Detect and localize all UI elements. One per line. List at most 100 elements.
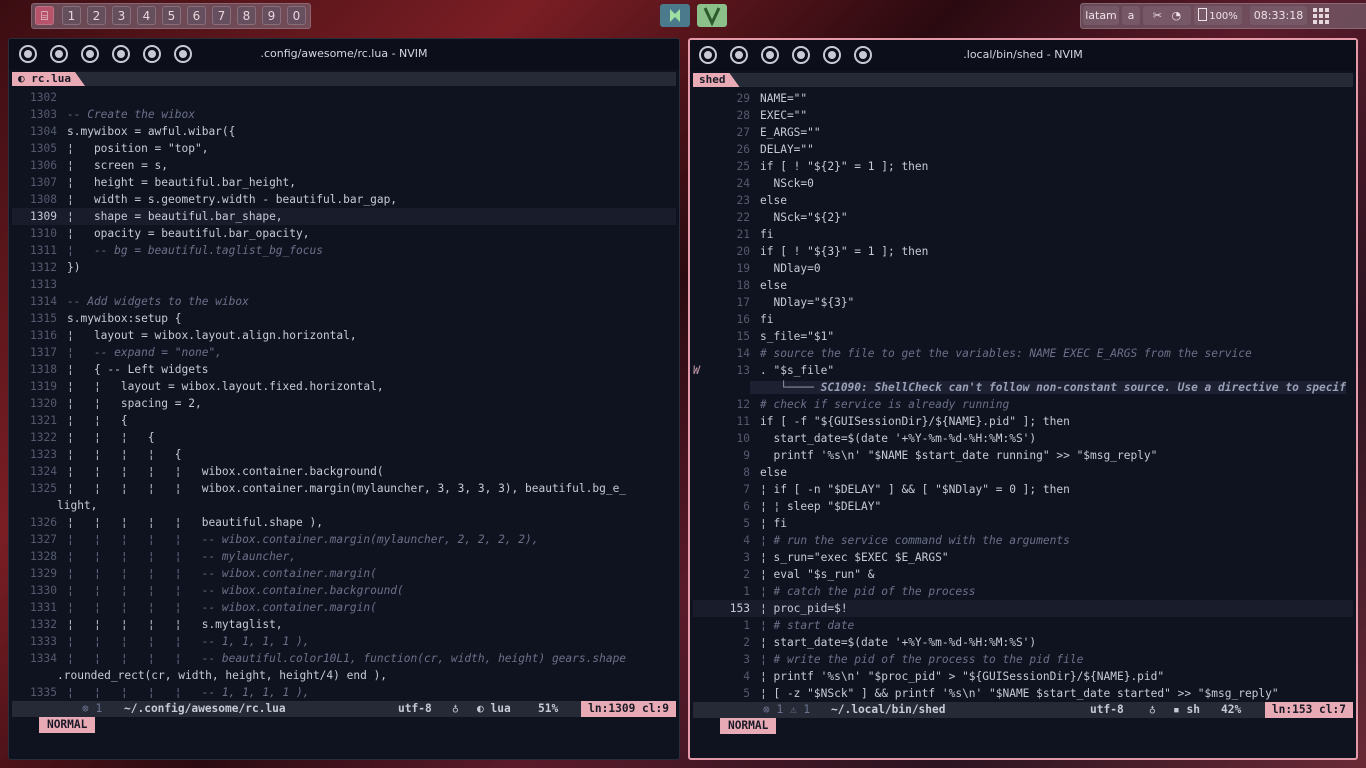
code-line[interactable]: 20 if [ ! "${3}" = 1 ]; then: [693, 243, 1353, 260]
editor-text-area[interactable]: 1302 1303 -- Create the wibox 1304 s.mywibox…: [12, 89, 676, 699]
tag-8[interactable]: 8: [237, 6, 256, 25]
code-line[interactable]: 1333 ¦ ¦ ¦ ¦ ¦ -- 1, 1, 1, 1 ),: [12, 633, 676, 650]
editor-text-area[interactable]: 29 NAME="" 28 EXEC="" 27 E_ARGS="" 26 DELAY="" 2…: [693, 90, 1353, 700]
code-line[interactable]: 3 ¦ s_run="exec $EXEC $E_ARGS": [693, 549, 1353, 566]
code-line[interactable]: 1328 ¦ ¦ ¦ ¦ ¦ -- mylauncher,: [12, 548, 676, 565]
nvim-app-icon[interactable]: [660, 4, 690, 27]
code-line[interactable]: 153 ¦ proc_pid=$!: [693, 600, 1353, 617]
code-line[interactable]: 1321 ¦ ¦ {: [12, 412, 676, 429]
code-line[interactable]: 1322 ¦ ¦ ¦ {: [12, 429, 676, 446]
code-line[interactable]: 1315 s.mywibox:setup {: [12, 310, 676, 327]
code-line[interactable]: 1308 ¦ width = s.geometry.width - beautif…: [12, 191, 676, 208]
code-line[interactable]: 15 s_file="$1": [693, 328, 1353, 345]
code-line[interactable]: 26 DELAY="": [693, 141, 1353, 158]
code-line[interactable]: 21 fi: [693, 226, 1353, 243]
code-line[interactable]: 1323 ¦ ¦ ¦ ¦ {: [12, 446, 676, 463]
code-line[interactable]: 7 ¦ if [ -n "$DELAY" ] && [ "$NDlay" = 0 …: [693, 481, 1353, 498]
code-line[interactable]: 1331 ¦ ¦ ¦ ¦ ¦ -- wibox.container.margin(: [12, 599, 676, 616]
code-line[interactable]: 1306 ¦ screen = s,: [12, 157, 676, 174]
code-line[interactable]: 1309 ¦ shape = beautiful.bar_shape,: [12, 208, 676, 225]
code-line[interactable]: 1305 ¦ position = "top",: [12, 140, 676, 157]
left-titlebar[interactable]: .config/awesome/rc.lua - NVIM: [9, 39, 679, 70]
code-line[interactable]: 4 ¦ # run the service command with the ar…: [693, 532, 1353, 549]
tag-3[interactable]: 3: [112, 6, 131, 25]
code-line[interactable]: 1311 ¦ -- bg = beautiful.taglist_bg_focus: [12, 242, 676, 259]
code-line[interactable]: 16 fi: [693, 311, 1353, 328]
code-line[interactable]: 11 if [ -f "${GUISessionDir}/${NAME}.pid"…: [693, 413, 1353, 430]
code-line[interactable]: 1316 ¦ layout = wibox.layout.align.horizo…: [12, 327, 676, 344]
code-line[interactable]: 24 NSck=0: [693, 175, 1353, 192]
code-line[interactable]: 1327 ¦ ¦ ¦ ¦ ¦ -- wibox.container.margin(…: [12, 531, 676, 548]
tag-7[interactable]: 7: [212, 6, 231, 25]
code-line[interactable]: 28 EXEC="": [693, 107, 1353, 124]
left-nvim-window[interactable]: .config/awesome/rc.lua - NVIM ◐ rc.lua 1…: [8, 38, 680, 760]
code-line[interactable]: 8 else: [693, 464, 1353, 481]
tag-6[interactable]: 6: [187, 6, 206, 25]
code-line[interactable]: 1314 -- Add widgets to the wibox: [12, 293, 676, 310]
keyboard-layout[interactable]: latam: [1083, 6, 1119, 25]
code-line[interactable]: 1324 ¦ ¦ ¦ ¦ ¦ wibox.container.background…: [12, 463, 676, 480]
code-line[interactable]: 2 ¦ start_date=$(date '+%Y-%m-%d-%H:%M:%S…: [693, 634, 1353, 651]
buffer-tab[interactable]: ◐ rc.lua: [12, 72, 85, 86]
code-line[interactable]: 4 ¦ printf '%s\n' "$proc_pid" > "${GUISes…: [693, 668, 1353, 685]
code-line[interactable]: 1 ¦ # catch the pid of the process: [693, 583, 1353, 600]
code-line[interactable]: 27 E_ARGS="": [693, 124, 1353, 141]
code-line[interactable]: └──── SC1090: ShellCheck can't follow no…: [693, 379, 1353, 396]
code-line[interactable]: 1325 ¦ ¦ ¦ ¦ ¦ wibox.container.margin(myl…: [12, 480, 676, 497]
code-line[interactable]: 1317 ¦ -- expand = "none",: [12, 344, 676, 361]
right-titlebar[interactable]: .local/bin/shed - NVIM: [690, 40, 1356, 71]
wifi-icon[interactable]: ◔: [1172, 9, 1182, 22]
layout-grid-icon[interactable]: [1310, 6, 1332, 25]
code-line[interactable]: 1303 -- Create the wibox: [12, 106, 676, 123]
code-line[interactable]: 1329 ¦ ¦ ¦ ¦ ¦ -- wibox.container.margin(: [12, 565, 676, 582]
code-line[interactable]: 12 # check if service is already running: [693, 396, 1353, 413]
code-line[interactable]: 19 NDlay=0: [693, 260, 1353, 277]
code-line[interactable]: 22 NSck="${2}": [693, 209, 1353, 226]
right-nvim-window[interactable]: .local/bin/shed - NVIM shed 29 NAME="" 28 E…: [688, 38, 1358, 760]
vim-app-icon[interactable]: [697, 4, 727, 27]
code-line[interactable]: 3 ¦ # write the pid of the process to the…: [693, 651, 1353, 668]
code-line[interactable]: 17 NDlay="${3}": [693, 294, 1353, 311]
code-line[interactable]: 14 # source the file to get the variables…: [693, 345, 1353, 362]
code-line[interactable]: 1310 ¦ opacity = beautiful.bar_opacity,: [12, 225, 676, 242]
code-line[interactable]: 18 else: [693, 277, 1353, 294]
tag-10[interactable]: 0: [287, 6, 306, 25]
code-line[interactable]: 1304 s.mywibox = awful.wibar({: [12, 123, 676, 140]
code-line[interactable]: 9 printf '%s\n' "$NAME $start_date runni…: [693, 447, 1353, 464]
code-line[interactable]: W 13 . "$s_file": [693, 362, 1353, 379]
tag-5[interactable]: 5: [162, 6, 181, 25]
code-line[interactable]: 6 ¦ ¦ sleep "$DELAY": [693, 498, 1353, 515]
code-line[interactable]: 1335 ¦ ¦ ¦ ¦ ¦ -- 1, 1, 1, 1 ),: [12, 684, 676, 699]
code-line[interactable]: 2 ¦ eval "$s_run" &: [693, 566, 1353, 583]
code-line[interactable]: 1302: [12, 89, 676, 106]
code-line[interactable]: 29 NAME="": [693, 90, 1353, 107]
code-line[interactable]: 5 ¦ fi: [693, 515, 1353, 532]
code-line[interactable]: 1332 ¦ ¦ ¦ ¦ ¦ s.mytaglist,: [12, 616, 676, 633]
code-line[interactable]: 1 ¦ # start date: [693, 617, 1353, 634]
code-line[interactable]: 1334 ¦ ¦ ¦ ¦ ¦ -- beautiful.color10L1, fu…: [12, 650, 676, 667]
tools-tray[interactable]: ✂ ◔: [1143, 6, 1191, 25]
code-line[interactable]: light,: [12, 497, 676, 514]
keyboard-indicator[interactable]: a: [1122, 6, 1140, 25]
code-line[interactable]: 1320 ¦ ¦ spacing = 2,: [12, 395, 676, 412]
code-line[interactable]: 25 if [ ! "${2}" = 1 ]; then: [693, 158, 1353, 175]
tag-9[interactable]: 9: [262, 6, 281, 25]
buffer-tab[interactable]: shed: [693, 73, 740, 87]
code-line[interactable]: 1312}): [12, 259, 676, 276]
code-line[interactable]: 1326 ¦ ¦ ¦ ¦ ¦ beautiful.shape ),: [12, 514, 676, 531]
code-line[interactable]: 10 start_date=$(date '+%Y-%m-%d-%H:%M:%S…: [693, 430, 1353, 447]
tag-2[interactable]: 2: [87, 6, 106, 25]
code-line[interactable]: 1307 ¦ height = beautiful.bar_height,: [12, 174, 676, 191]
clock[interactable]: 08:33:18: [1250, 6, 1307, 25]
launcher-icon[interactable]: ⌸: [35, 6, 54, 25]
code-line[interactable]: .rounded_rect(cr, width, height, height/…: [12, 667, 676, 684]
scissors-icon[interactable]: ✂: [1153, 9, 1162, 22]
code-line[interactable]: 5 ¦ [ -z "$NSck" ] && printf '%s\n' "$NAM…: [693, 685, 1353, 700]
code-line[interactable]: 1318 ¦ { -- Left widgets: [12, 361, 676, 378]
code-line[interactable]: 23 else: [693, 192, 1353, 209]
code-line[interactable]: 1319 ¦ ¦ layout = wibox.layout.fixed.hori…: [12, 378, 676, 395]
code-line[interactable]: 1330 ¦ ¦ ¦ ¦ ¦ -- wibox.container.backgro…: [12, 582, 676, 599]
code-line[interactable]: 1313: [12, 276, 676, 293]
battery-indicator[interactable]: 100%: [1194, 6, 1242, 25]
tag-4[interactable]: 4: [137, 6, 156, 25]
